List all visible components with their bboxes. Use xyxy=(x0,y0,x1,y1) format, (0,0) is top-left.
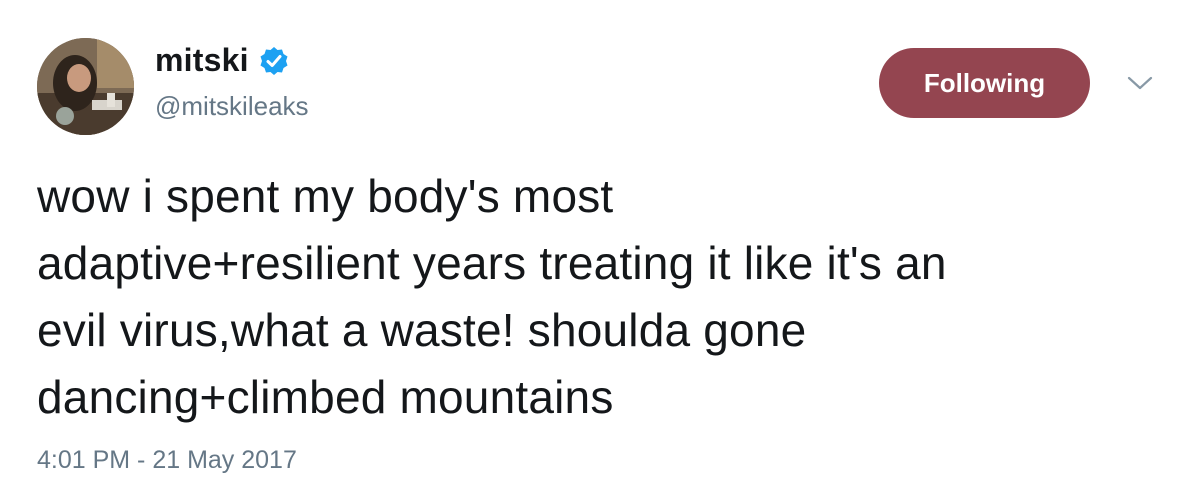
display-name[interactable]: mitski xyxy=(155,42,249,79)
tweet-text-line: evil virus,what a waste! shoulda gone xyxy=(37,304,807,356)
verified-badge-icon xyxy=(259,46,289,76)
tweet-card: mitski @mitskileaks Following wow i spen… xyxy=(0,0,1192,496)
tweet-text-line: dancing+climbed mountains xyxy=(37,371,614,423)
author-name-row: mitski xyxy=(155,42,289,79)
chevron-down-icon[interactable] xyxy=(1126,72,1154,94)
tweet-text: wow i spent my body's most adaptive+resi… xyxy=(37,163,1167,431)
avatar[interactable] xyxy=(37,38,134,135)
tweet-timestamp[interactable]: 4:01 PM - 21 May 2017 xyxy=(37,446,297,475)
tweet-text-line: adaptive+resilient years treating it lik… xyxy=(37,237,947,289)
following-button[interactable]: Following xyxy=(879,48,1090,118)
author-handle[interactable]: @mitskileaks xyxy=(155,91,309,122)
tweet-text-line: wow i spent my body's most xyxy=(37,170,614,222)
